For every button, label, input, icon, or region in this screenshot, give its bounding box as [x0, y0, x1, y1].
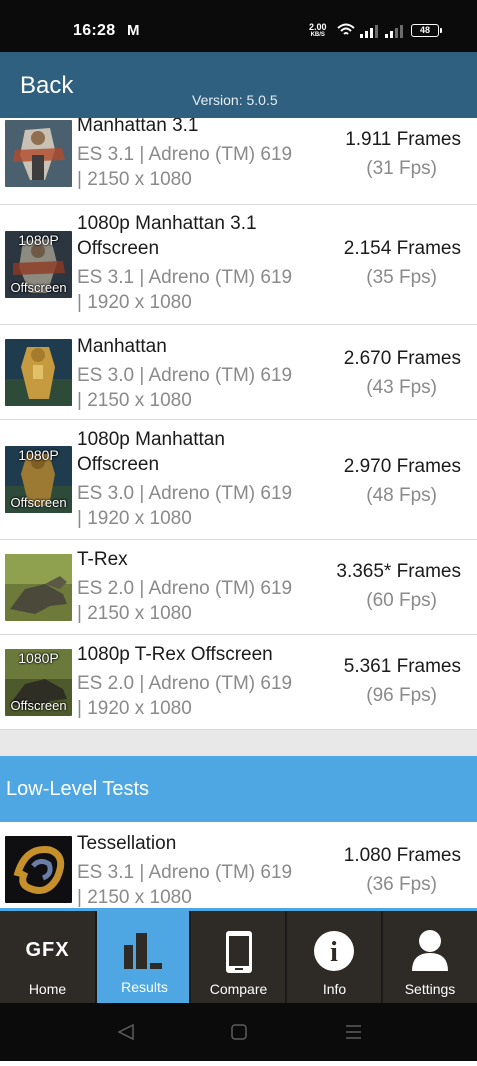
test-fps: (48 Fps): [366, 485, 437, 506]
test-frames: 2.670 Frames: [343, 348, 461, 369]
test-row-1080p-manhattan-31-offscreen[interactable]: 1080P Offscreen 1080p Manhattan 3.1 Offs…: [0, 205, 477, 325]
test-resolution: | 1920 x 1080: [77, 508, 192, 529]
wifi-icon: [337, 23, 355, 35]
test-fps: (96 Fps): [366, 685, 437, 706]
section-divider: [0, 730, 477, 756]
test-row-manhattan-31[interactable]: Manhattan 3.1 ES 3.1 | Adreno (TM) 619 |…: [0, 118, 477, 205]
test-row-1080p-t-rex-offscreen[interactable]: 1080P Offscreen 1080p T-Rex Offscreen ES…: [0, 635, 477, 730]
manhattan-es30-offscreen-thumbnail: 1080P Offscreen: [5, 446, 72, 513]
test-frames: 5.361 Frames: [343, 656, 461, 677]
status-time: 16:28: [73, 22, 116, 39]
section-title: Low-Level Tests: [6, 778, 150, 800]
home-nav-icon[interactable]: [231, 1024, 247, 1040]
test-frames: 1.080 Frames: [343, 845, 461, 866]
nav-compare[interactable]: Compare: [191, 911, 286, 1003]
gfx-logo-icon: GFX: [25, 939, 70, 961]
test-title: Manhattan: [77, 336, 167, 357]
test-title-line-2: Offscreen: [77, 454, 160, 475]
test-fps: (36 Fps): [366, 874, 437, 895]
test-title: Tessellation: [77, 833, 177, 854]
test-frames: 2.970 Frames: [343, 456, 461, 477]
test-title: 1080p T-Rex Offscreen: [77, 644, 273, 665]
test-title: T-Rex: [77, 549, 128, 570]
version-label: Version: 5.0.5: [192, 92, 278, 108]
test-title: 1080p Manhattan: [77, 429, 225, 450]
bottom-nav: GFX Home Results Compare i Info Settings: [0, 908, 477, 1003]
nav-label: Settings: [404, 981, 456, 997]
results-list[interactable]: Manhattan 3.1 ES 3.1 | Adreno (TM) 619 |…: [0, 118, 477, 908]
recents-nav-icon[interactable]: [346, 1025, 361, 1039]
manhattan-es30-thumbnail: [5, 339, 72, 406]
test-fps: (31 Fps): [366, 158, 437, 179]
test-resolution: | 1920 x 1080: [77, 292, 192, 313]
test-row-1080p-manhattan-offscreen[interactable]: 1080P Offscreen 1080p Manhattan Offscree…: [0, 420, 477, 540]
svg-text:i: i: [330, 937, 338, 968]
test-fps: (43 Fps): [366, 377, 437, 398]
system-nav-bar: [0, 1003, 477, 1061]
test-frames: 1.911 Frames: [345, 129, 461, 150]
network-speed-unit: KB/S: [310, 32, 325, 38]
system-nav-icons: [117, 1023, 361, 1041]
low-level-tests-header: Low-Level Tests: [0, 756, 477, 822]
manhattan-offscreen-thumbnail: 1080P Offscreen: [5, 231, 72, 298]
thumb-resolution-label: 1080P: [18, 650, 59, 666]
thumb-offscreen-label: Offscreen: [10, 280, 67, 295]
info-icon: i: [314, 931, 354, 971]
nav-label: Home: [28, 981, 67, 997]
thumb-resolution-label: 1080P: [18, 447, 59, 463]
battery-icon: 48: [411, 24, 442, 37]
test-title: 1080p Manhattan 3.1: [77, 213, 257, 234]
mail-notification-icon: M: [127, 22, 140, 39]
test-fps: (35 Fps): [366, 267, 437, 288]
back-button[interactable]: Back: [20, 72, 73, 100]
phone-icon: [226, 931, 252, 973]
network-speed-value: 2.00: [309, 22, 327, 32]
test-row-manhattan[interactable]: Manhattan ES 3.0 | Adreno (TM) 619 | 215…: [0, 325, 477, 420]
nav-results[interactable]: Results: [97, 911, 192, 1003]
test-fps: (60 Fps): [366, 590, 437, 611]
app-header: Back Version: 5.0.5: [0, 52, 477, 118]
status-bar: 16:28 M 2.00 KB/S 48: [0, 0, 477, 52]
test-row-t-rex[interactable]: T-Rex ES 2.0 | Adreno (TM) 619 | 2150 x …: [0, 540, 477, 635]
t-rex-thumbnail: [5, 554, 72, 621]
user-icon: [412, 930, 448, 971]
thumb-offscreen-label: Offscreen: [10, 698, 67, 713]
back-nav-icon[interactable]: [117, 1023, 134, 1041]
test-title: Manhattan 3.1: [77, 118, 199, 136]
t-rex-offscreen-thumbnail: 1080P Offscreen: [5, 649, 72, 716]
test-frames: 3.365* Frames: [336, 561, 461, 582]
nav-label: Compare: [209, 981, 268, 997]
signal-icons: [337, 23, 403, 38]
tessellation-thumbnail: [5, 836, 72, 903]
test-frames: 2.154 Frames: [343, 238, 461, 259]
bar-chart-icon: [124, 933, 162, 969]
nav-label: Results: [121, 979, 168, 995]
thumb-offscreen-label: Offscreen: [10, 495, 67, 510]
nav-home[interactable]: GFX Home: [0, 911, 95, 1003]
cell-signal-icon: [360, 25, 403, 38]
network-speed: 2.00 KB/S: [309, 23, 327, 39]
nav-settings[interactable]: Settings: [383, 911, 477, 1003]
thumb-resolution-label: 1080P: [18, 232, 59, 248]
test-row-tessellation[interactable]: Tessellation ES 3.1 | Adreno (TM) 619 | …: [0, 822, 477, 908]
manhattan-thumbnail: [5, 120, 72, 187]
nav-info[interactable]: i Info: [287, 911, 382, 1003]
nav-label: Info: [322, 981, 347, 997]
test-title-line-2: Offscreen: [77, 238, 160, 259]
